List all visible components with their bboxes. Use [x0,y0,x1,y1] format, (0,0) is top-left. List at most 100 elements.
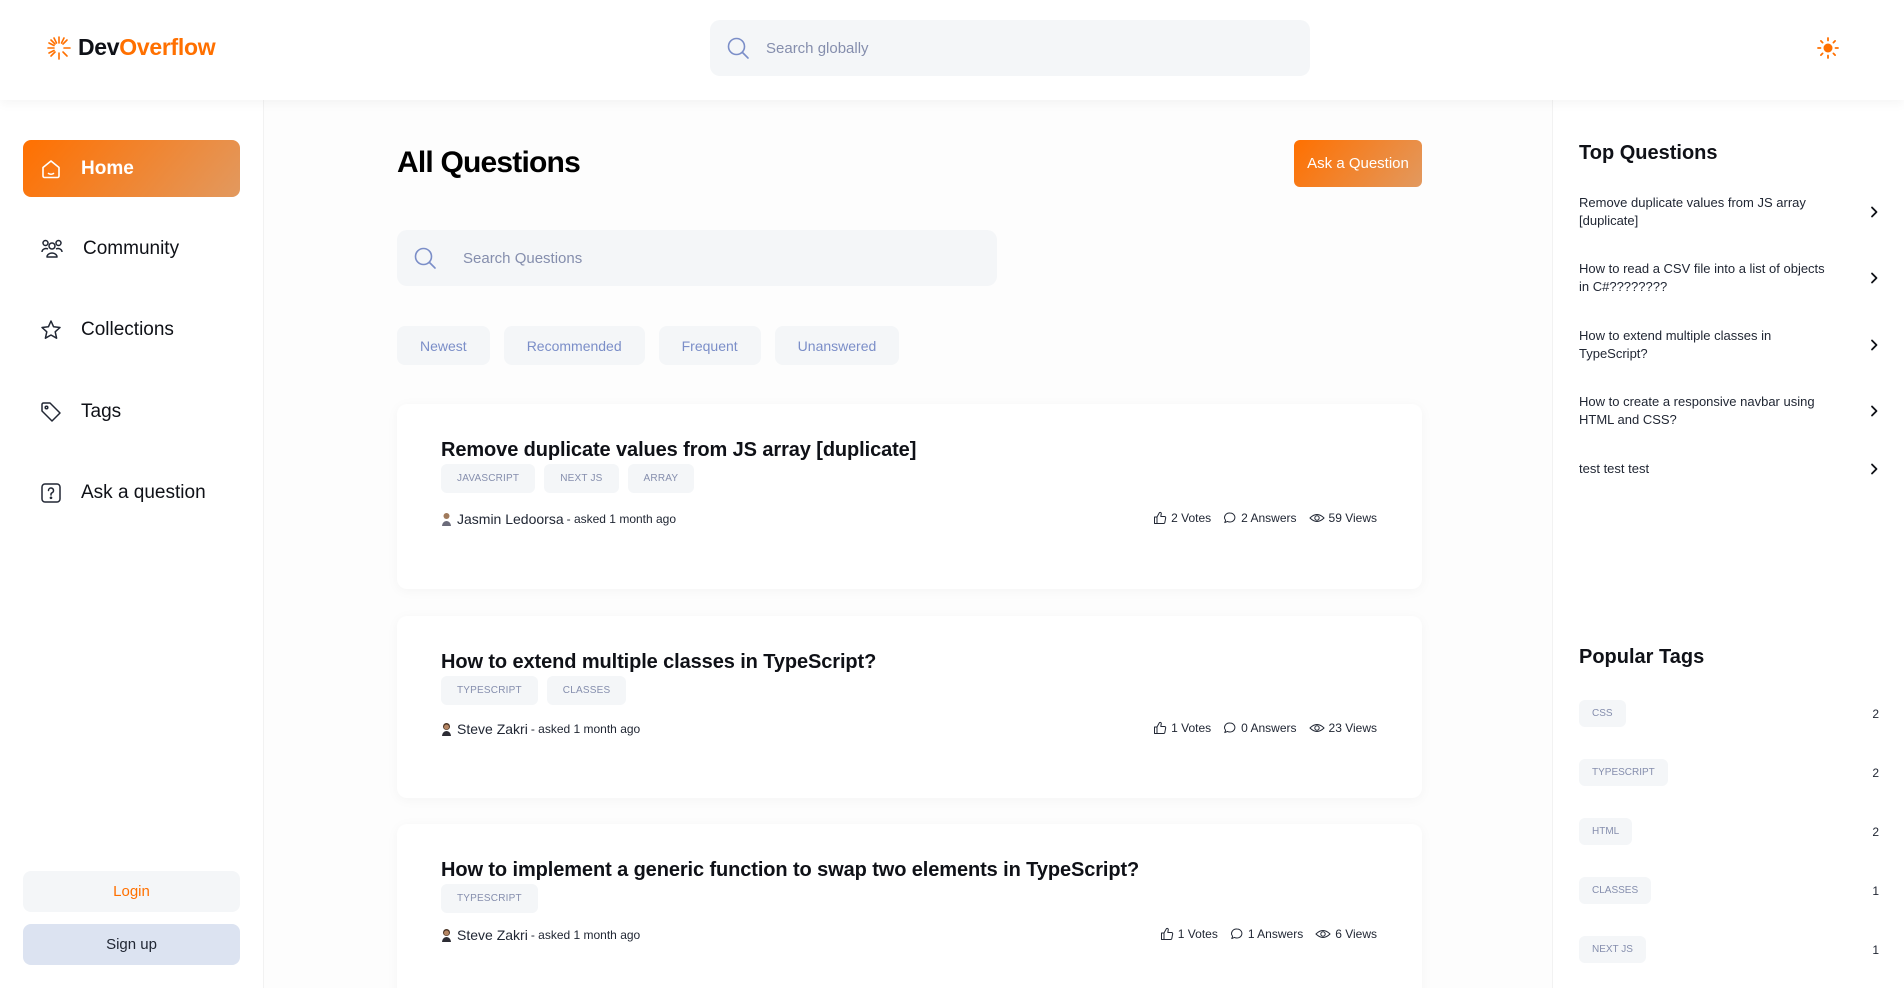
search-icon [727,37,749,59]
filter-newest[interactable]: Newest [397,326,490,365]
sidebar-item-ask-question[interactable]: Ask a question [23,464,240,521]
answers-stat: 2 Answers [1223,511,1297,525]
top-question-text: test test test [1579,461,1650,476]
views-stat: 59 Views [1308,511,1377,525]
votes-count: 1 Votes [1171,721,1212,735]
login-button[interactable]: Login [23,871,240,912]
question-card: How to extend multiple classes in TypeSc… [397,616,1422,798]
popular-tag-badge: TYPESCRIPT [1579,759,1668,786]
message-icon [1224,512,1236,524]
views-count: 6 Views [1335,927,1377,941]
question-tags: TYPESCRIPT [441,884,538,913]
top-question-item[interactable]: How to read a CSV file into a list of ob… [1579,260,1879,296]
sidebar-item-label: Ask a question [81,481,206,503]
sidebar-item-label: Collections [81,318,174,340]
top-question-item[interactable]: Remove duplicate values from JS array [d… [1579,194,1879,230]
search-icon [414,247,436,269]
answers-stat: 0 Answers [1223,721,1297,735]
top-question-text: Remove duplicate values from JS array [d… [1579,195,1806,228]
popular-tag-count: 1 [1872,942,1879,957]
thumbs-up-icon [1154,721,1167,734]
top-question-item[interactable]: How to create a responsive navbar using … [1579,393,1879,429]
message-icon [1224,722,1236,734]
home-icon [42,159,60,178]
popular-tag-item[interactable]: TYPESCRIPT 2 [1579,759,1879,786]
popular-tag-item[interactable]: HTML 2 [1579,818,1879,845]
popular-tag-count: 2 [1872,706,1879,721]
popular-tag-badge: HTML [1579,818,1633,845]
eye-icon [1315,930,1331,938]
filter-recommended[interactable]: Recommended [503,326,645,365]
question-icon [41,482,61,503]
sidebar-item-label: Tags [81,400,122,422]
logo[interactable]: DevOverflow [46,34,216,61]
popular-tag-item[interactable]: CSS 2 [1579,700,1879,727]
question-title[interactable]: Remove duplicate values from JS array [d… [441,439,916,462]
question-search-input[interactable] [463,249,963,267]
signup-button[interactable]: Sign up [23,924,240,965]
author-name[interactable]: Jasmin Ledoorsa [457,511,564,527]
question-title[interactable]: How to implement a generic function to s… [441,859,1139,882]
answers-count: 2 Answers [1241,511,1297,525]
filter-tabs: Newest Recommended Frequent Unanswered [397,326,900,365]
author-name[interactable]: Steve Zakri [457,927,528,943]
logo-text-overflow: Overflow [119,34,216,60]
question-stats: 1 Votes 0 Answers 23 Views [1153,721,1377,735]
votes-count: 1 Votes [1177,927,1218,941]
page-title: All Questions [397,146,581,179]
popular-tag-badge: CSS [1579,700,1626,727]
tag-badge[interactable]: JAVASCRIPT [441,464,536,493]
tag-badge[interactable]: NEXT JS [544,464,619,493]
left-sidebar: Home Community Collections Tags Ask a qu… [0,100,264,988]
author-name[interactable]: Steve Zakri [457,721,528,737]
ask-question-button[interactable]: Ask a Question [1294,140,1422,187]
top-question-item[interactable]: test test test [1579,460,1879,478]
chevron-right-icon [1871,405,1878,417]
sunburst-logo-icon [47,35,71,60]
thumbs-up-icon [1160,927,1173,940]
question-author-meta: Jasmin Ledoorsa - asked 1 month ago [441,511,676,527]
users-icon [41,239,63,258]
filter-frequent[interactable]: Frequent [658,326,761,365]
sidebar-item-community[interactable]: Community [23,220,240,277]
question-title[interactable]: How to extend multiple classes in TypeSc… [441,651,876,674]
votes-count: 2 Votes [1171,511,1212,525]
popular-tag-badge: CLASSES [1579,877,1652,904]
tag-badge[interactable]: CLASSES [546,676,627,705]
asked-time: - asked 1 month ago [566,512,677,526]
question-author-meta: Steve Zakri - asked 1 month ago [441,927,640,943]
logo-text-dev: Dev [78,34,120,60]
views-count: 23 Views [1328,721,1377,735]
popular-tag-badge: NEXT JS [1579,936,1646,963]
theme-toggle-button[interactable] [1814,34,1842,62]
tag-badge[interactable]: TYPESCRIPT [441,676,538,705]
sidebar-item-home[interactable]: Home [23,140,240,197]
avatar [442,723,451,736]
main-content: All Questions Ask a Question Newest Reco… [264,100,1552,988]
asked-time: - asked 1 month ago [530,928,641,942]
global-search-bar[interactable] [710,20,1310,76]
eye-icon [1308,514,1325,522]
popular-tags-heading: Popular Tags [1579,646,1705,668]
question-card: How to implement a generic function to s… [397,824,1422,988]
answers-count: 0 Answers [1241,721,1297,735]
tag-badge[interactable]: ARRAY [627,464,695,493]
question-card: Remove duplicate values from JS array [d… [397,404,1422,589]
question-search-bar[interactable] [397,230,997,286]
global-search-input[interactable] [766,39,1266,57]
popular-tag-item[interactable]: NEXT JS 1 [1579,936,1879,963]
chevron-right-icon [1871,463,1878,475]
avatar [442,513,451,526]
right-sidebar: Top Questions Remove duplicate values fr… [1552,100,1904,988]
sidebar-item-label: Community [83,237,180,259]
top-question-text: How to extend multiple classes in TypeSc… [1579,328,1772,361]
sidebar-item-tags[interactable]: Tags [23,383,240,440]
votes-stat: 2 Votes [1153,511,1211,525]
sidebar-item-collections[interactable]: Collections [23,301,240,358]
star-icon [41,319,61,339]
top-question-item[interactable]: How to extend multiple classes in TypeSc… [1579,327,1879,363]
popular-tag-item[interactable]: CLASSES 1 [1579,877,1879,904]
filter-unanswered[interactable]: Unanswered [774,326,900,365]
tag-badge[interactable]: TYPESCRIPT [441,884,538,913]
popular-tag-count: 1 [1872,883,1879,898]
